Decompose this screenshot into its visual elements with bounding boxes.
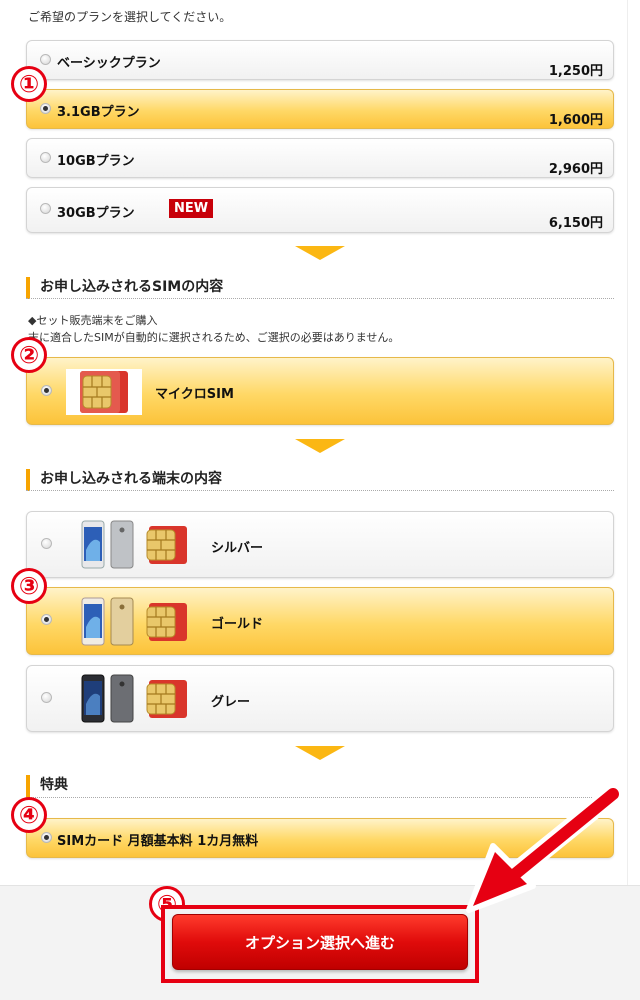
radio-button[interactable] bbox=[41, 538, 52, 549]
device-section-title: お申し込みされる端末の内容 bbox=[26, 469, 614, 491]
divider bbox=[26, 298, 614, 299]
chevron-down-icon bbox=[295, 439, 345, 453]
chevron-down-icon bbox=[295, 246, 345, 260]
plan-option-10gb[interactable]: 10GBプラン 2,960円 bbox=[26, 138, 614, 178]
plan-label: 30GBプラン bbox=[57, 206, 135, 221]
page: ご希望のプランを選択してください。 ベーシックプラン 1,250円 3.1GBプ… bbox=[0, 0, 640, 1000]
device-option-label: ゴールド bbox=[211, 617, 264, 632]
radio-button-selected[interactable] bbox=[41, 385, 52, 396]
sim-note-line2: 末に適合したSIMが自動的に選択されるため、ご選択の必要はありません。 bbox=[28, 331, 400, 344]
proceed-to-options-button[interactable]: オプション選択へ進む bbox=[172, 914, 468, 970]
sim-option-label: マイクロSIM bbox=[155, 387, 234, 402]
device-option-silver[interactable]: シルバー bbox=[26, 511, 614, 578]
sim-section-title: お申し込みされるSIMの内容 bbox=[26, 277, 614, 299]
plan-label: 10GBプラン bbox=[57, 154, 135, 169]
sim-option-micro[interactable]: マイクロSIM bbox=[26, 357, 614, 425]
divider bbox=[26, 490, 614, 491]
phone-silver-icon bbox=[81, 520, 134, 569]
radio-button[interactable] bbox=[40, 54, 51, 65]
radio-button-selected[interactable] bbox=[41, 614, 52, 625]
step-marker-4: ④ bbox=[11, 797, 47, 833]
device-option-gold[interactable]: ゴールド bbox=[26, 587, 614, 655]
radio-button[interactable] bbox=[40, 203, 51, 214]
device-option-label: グレー bbox=[211, 695, 251, 710]
sim-card-icon bbox=[80, 371, 128, 413]
device-option-gray[interactable]: グレー bbox=[26, 665, 614, 732]
sim-note-line1: ◆セット販売端末をご購入 bbox=[28, 314, 158, 327]
sim-card-icon bbox=[146, 680, 187, 718]
plan-label: 3.1GBプラン bbox=[57, 105, 140, 120]
perk-option-label: SIMカード 月額基本料 1カ月無料 bbox=[57, 834, 259, 849]
plan-price: 1,250円 bbox=[548, 64, 603, 79]
radio-button[interactable] bbox=[41, 692, 52, 703]
intro-text: ご希望のプランを選択してください。 bbox=[28, 10, 232, 24]
plan-option-3gb[interactable]: 3.1GBプラン 1,600円 bbox=[26, 89, 614, 129]
plan-label: ベーシックプラン bbox=[57, 56, 161, 71]
plan-option-30gb[interactable]: 30GBプラン NEW 6,150円 bbox=[26, 187, 614, 233]
radio-button-selected[interactable] bbox=[40, 103, 51, 114]
step-marker-2: ② bbox=[11, 337, 47, 373]
sim-card-icon bbox=[146, 603, 187, 641]
chevron-down-icon bbox=[295, 746, 345, 760]
radio-button[interactable] bbox=[40, 152, 51, 163]
radio-button-selected[interactable] bbox=[41, 832, 52, 843]
step-marker-3: ③ bbox=[11, 568, 47, 604]
phone-gray-icon bbox=[81, 674, 134, 723]
new-badge: NEW bbox=[169, 199, 214, 218]
step-marker-1: ① bbox=[11, 66, 47, 102]
plan-price: 6,150円 bbox=[548, 216, 603, 231]
pointer-arrow-icon bbox=[466, 788, 625, 913]
sim-card-image bbox=[66, 369, 142, 415]
sim-card-icon bbox=[146, 526, 187, 564]
plan-option-basic[interactable]: ベーシックプラン 1,250円 bbox=[26, 40, 614, 80]
plan-price: 1,600円 bbox=[548, 113, 603, 128]
plan-price: 2,960円 bbox=[548, 162, 603, 177]
device-option-label: シルバー bbox=[211, 541, 264, 556]
phone-gold-icon bbox=[81, 597, 134, 646]
